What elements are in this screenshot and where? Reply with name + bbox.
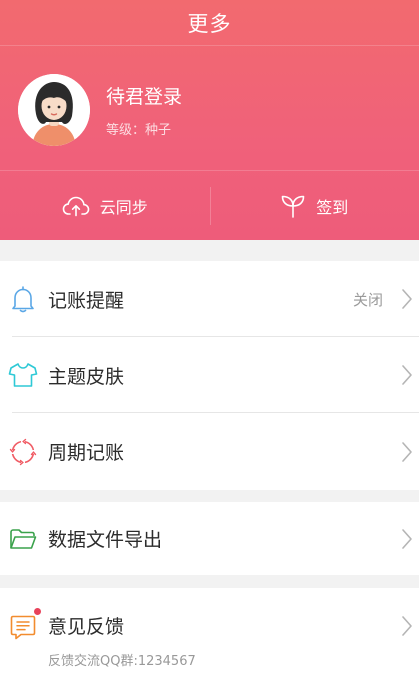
chevron-right-icon xyxy=(402,616,412,636)
menu-item-label: 记账提醒 xyxy=(48,289,125,312)
menu-item-cycle[interactable]: 周期记账 xyxy=(0,413,419,490)
feedback-qq-group: 反馈交流QQ群:1234567 xyxy=(48,654,196,669)
chevron-right-icon xyxy=(402,441,412,462)
reminder-status: 关闭 xyxy=(352,290,383,309)
menu-item-export[interactable]: 数据文件导出 xyxy=(0,502,419,575)
folder-icon xyxy=(8,524,38,554)
check-in-button[interactable]: 签到 xyxy=(209,171,419,240)
menu-item-reminder[interactable]: 记账提醒 关闭 xyxy=(0,261,419,337)
avatar-illustration xyxy=(18,74,90,146)
cloud-sync-button[interactable]: 云同步 xyxy=(0,171,210,240)
cloud-upload-icon xyxy=(62,196,90,216)
action-bar: 云同步 签到 xyxy=(0,170,419,240)
profile-block[interactable]: 待君登录 等级：种子 xyxy=(18,74,182,146)
user-level: 等级：种子 xyxy=(106,123,172,138)
check-in-label: 签到 xyxy=(316,197,349,217)
avatar[interactable] xyxy=(18,74,90,146)
cycle-icon xyxy=(8,437,38,467)
sprout-icon xyxy=(281,195,305,218)
settings-group-3: 意见反馈 反馈交流QQ群:1234567 xyxy=(0,588,419,692)
menu-item-feedback[interactable]: 意见反馈 反馈交流QQ群:1234567 xyxy=(0,588,419,678)
settings-group-2: 数据文件导出 xyxy=(0,502,419,575)
top-bar: 更多 xyxy=(0,0,419,46)
cloud-sync-label: 云同步 xyxy=(99,197,148,217)
menu-item-label: 数据文件导出 xyxy=(48,529,163,551)
page-title: 更多 xyxy=(187,11,232,36)
unread-dot xyxy=(34,608,41,615)
bell-icon xyxy=(8,284,38,314)
menu-item-label: 意见反馈 xyxy=(48,616,125,638)
profile-header: 更多 待君登录 等级：种子 云同步 签到 xyxy=(0,0,419,240)
menu-item-label: 周期记账 xyxy=(48,442,125,464)
chevron-right-icon xyxy=(402,528,412,549)
feedback-icon xyxy=(8,612,38,642)
chevron-right-icon xyxy=(402,289,412,309)
menu-item-theme[interactable]: 主题皮肤 xyxy=(0,337,419,413)
chevron-right-icon xyxy=(402,365,412,385)
username[interactable]: 待君登录 xyxy=(106,82,182,109)
settings-group-1: 记账提醒 关闭 主题皮肤 周期记账 xyxy=(0,261,419,490)
shirt-icon xyxy=(8,360,38,390)
menu-item-label: 主题皮肤 xyxy=(48,365,125,388)
